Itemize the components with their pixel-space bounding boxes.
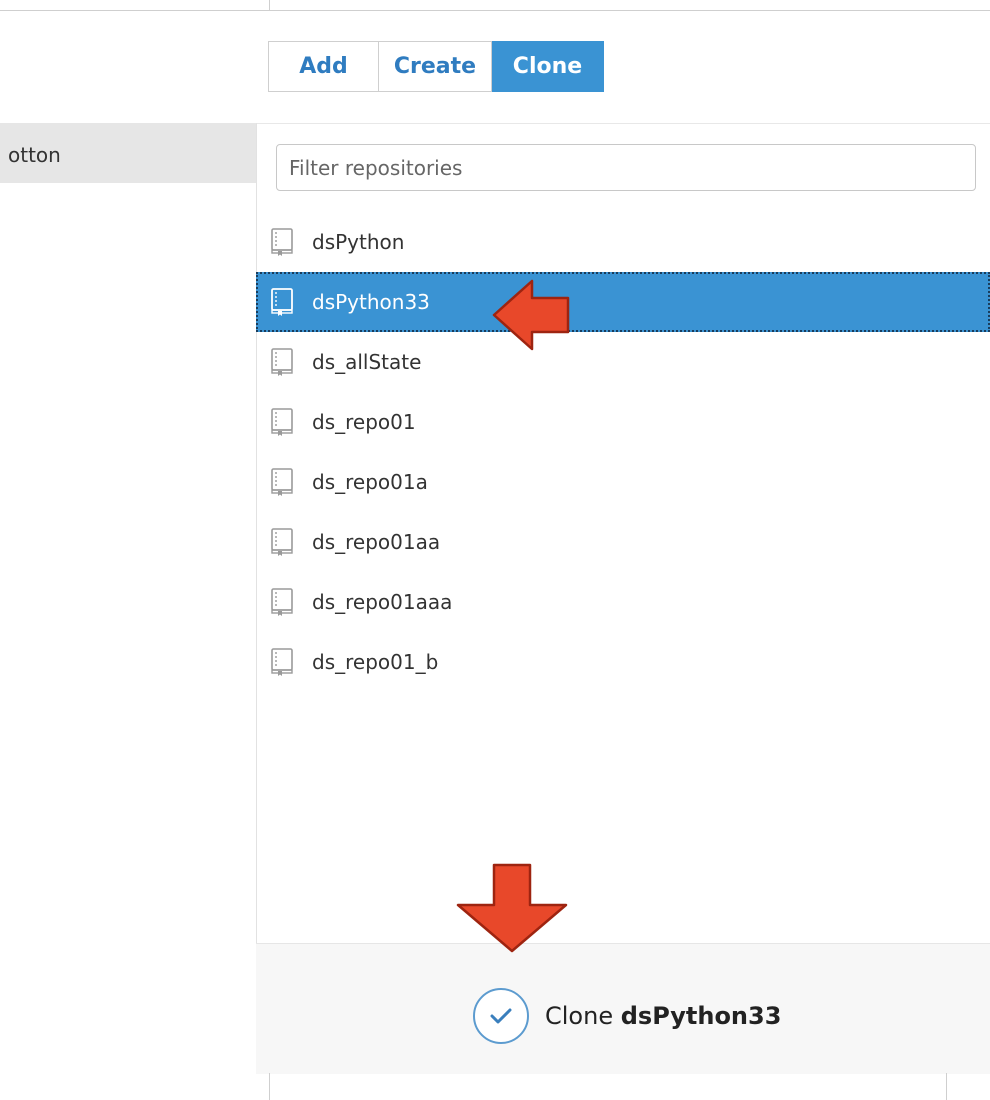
repo-name: ds_allState	[312, 350, 422, 374]
repo-book-icon	[270, 347, 294, 377]
panel-divider	[256, 123, 990, 124]
bottom-divider-left	[269, 1073, 270, 1100]
repo-item-ds-repo01a[interactable]: ds_repo01a	[256, 452, 990, 512]
repo-name: ds_repo01_b	[312, 650, 439, 674]
repo-book-icon	[270, 467, 294, 497]
repo-name: dsPython	[312, 230, 405, 254]
repo-item-dspython33[interactable]: dsPython33	[256, 272, 990, 332]
repo-name: ds_repo01aa	[312, 530, 441, 554]
repo-book-icon	[270, 407, 294, 437]
repo-book-icon	[270, 527, 294, 557]
top-divider	[0, 10, 990, 11]
repo-book-icon	[270, 287, 294, 317]
arrow-down-icon	[456, 863, 568, 953]
repo-name: dsPython33	[312, 290, 430, 314]
repo-mode-tabs: Add Create Clone	[268, 41, 604, 92]
clone-repository-button[interactable]: Clone dsPython33	[473, 988, 781, 1044]
repo-item-ds-repo01aa[interactable]: ds_repo01aa	[256, 512, 990, 572]
bottom-divider-right	[946, 1073, 947, 1100]
filter-repositories-input[interactable]	[276, 144, 976, 191]
clone-action-label: Clone dsPython33	[545, 1002, 782, 1030]
top-column-divider	[269, 0, 270, 11]
sidebar-item-label: otton	[8, 143, 61, 167]
clone-target-name: dsPython33	[620, 1002, 782, 1030]
repo-item-dspython[interactable]: dsPython	[256, 212, 990, 272]
repo-name: ds_repo01aaa	[312, 590, 453, 614]
arrow-left-icon	[492, 279, 570, 351]
repo-item-ds-allstate[interactable]: ds_allState	[256, 332, 990, 392]
repo-item-ds-repo01-b[interactable]: ds_repo01_b	[256, 632, 990, 692]
repo-book-icon	[270, 587, 294, 617]
repo-item-ds-repo01aaa[interactable]: ds_repo01aaa	[256, 572, 990, 632]
repo-item-ds-repo01[interactable]: ds_repo01	[256, 392, 990, 452]
tab-add[interactable]: Add	[268, 41, 379, 92]
tab-create[interactable]: Create	[379, 41, 492, 92]
repo-name: ds_repo01a	[312, 470, 428, 494]
repo-book-icon	[270, 227, 294, 257]
tab-clone[interactable]: Clone	[492, 41, 604, 92]
check-icon	[473, 988, 529, 1044]
repo-name: ds_repo01	[312, 410, 416, 434]
repository-list: dsPython dsPython33 ds_allState ds_repo0…	[256, 212, 990, 692]
repo-book-icon	[270, 647, 294, 677]
